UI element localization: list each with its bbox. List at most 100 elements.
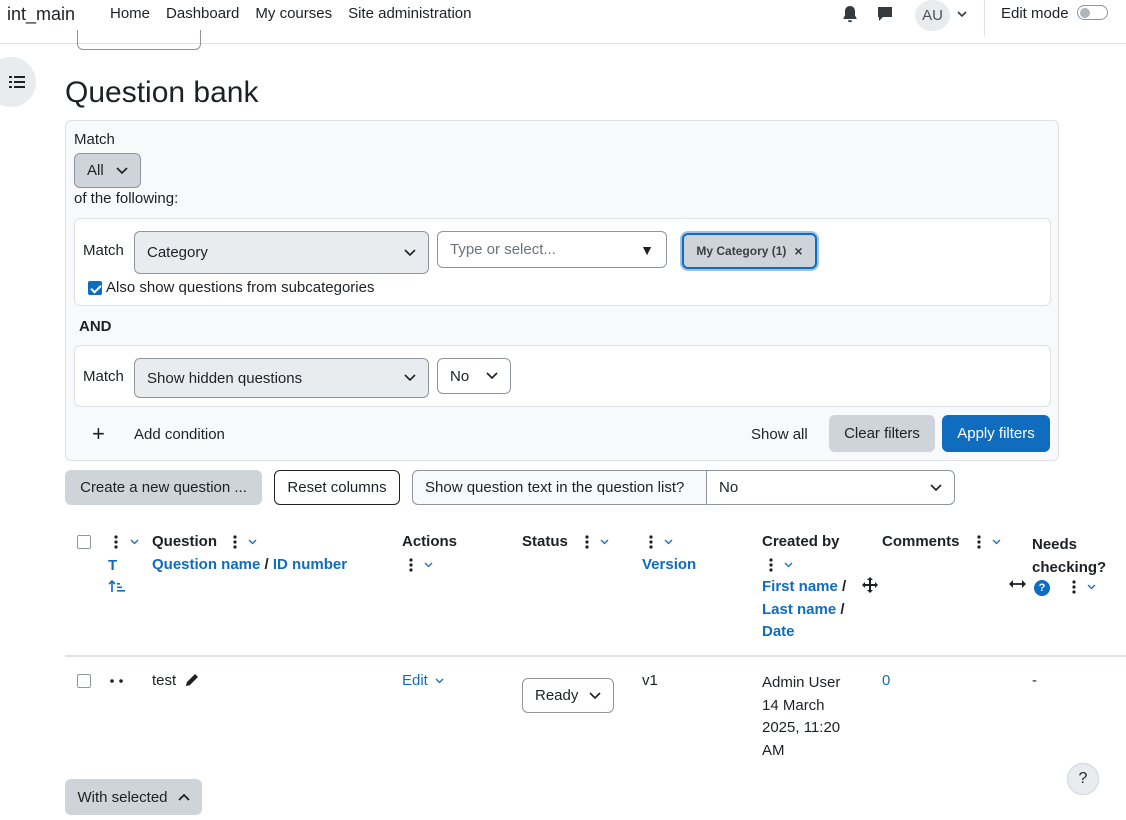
chevron-down-icon[interactable] (664, 539, 673, 545)
remove-chip-close-icon[interactable]: × (794, 243, 802, 259)
question-sort-links: Question name / ID number (152, 556, 347, 573)
dropdown-triangle-icon: ▼ (640, 241, 654, 258)
chevron-down-icon[interactable] (600, 539, 609, 545)
user-menu-chevron-down-icon[interactable] (957, 9, 967, 19)
edit-action-label: Edit (402, 672, 428, 689)
page-help-button[interactable]: ? (1067, 763, 1099, 795)
table-header-divider (65, 655, 1126, 657)
hidden-questions-value-select[interactable]: No (437, 358, 511, 394)
hidden-questions-value: No (450, 367, 470, 385)
chevron-down-icon[interactable] (130, 539, 139, 545)
match-type-select[interactable]: All (74, 153, 141, 188)
needs-checking-column-header: Needs checking? (1032, 536, 1107, 576)
sort-version[interactable]: Version (642, 556, 696, 573)
subcategories-checkbox[interactable] (88, 280, 102, 295)
created-by-column-header: Created by (762, 533, 840, 550)
condition-field-value: Show hidden questions (147, 369, 303, 387)
show-question-text-value: No (719, 479, 739, 496)
messages-icon[interactable] (876, 5, 894, 23)
show-question-text-label: Show question text in the question list? (412, 470, 707, 505)
sort-separator: / (264, 556, 269, 573)
column-menu-kebab-icon[interactable] (769, 558, 773, 572)
site-brand[interactable]: int_main (7, 4, 75, 25)
condition-field-value: Category (147, 244, 208, 261)
show-question-text-select[interactable]: No (706, 470, 955, 505)
question-column-header: Question (152, 533, 218, 550)
status-select[interactable]: Ready (522, 678, 614, 713)
condition-hidden-questions: Match Show hidden questions No (74, 345, 1051, 407)
create-question-button[interactable]: Create a new question ... (65, 470, 262, 505)
subcategories-label: Also show questions from subcategories (106, 279, 375, 296)
chevron-down-icon[interactable] (784, 562, 793, 568)
with-selected-button[interactable]: With selected (65, 779, 202, 815)
category-search-input[interactable]: Type or select... ▼ (437, 231, 667, 268)
reset-columns-button[interactable]: Reset columns (274, 470, 400, 505)
column-menu-kebab-icon[interactable] (409, 558, 413, 572)
needs-checking-value: - (1032, 672, 1037, 689)
created-date-line-2: 2025, 11:20 (762, 719, 841, 736)
chevron-down-icon (589, 691, 601, 699)
column-menu-kebab-icon[interactable] (649, 535, 653, 549)
column-menu-kebab-icon[interactable] (585, 535, 589, 549)
clear-filters-button[interactable]: Clear filters (829, 415, 935, 452)
show-all-link[interactable]: Show all (751, 426, 808, 443)
edit-mode-label: Edit mode (1001, 5, 1069, 22)
notifications-bell-icon[interactable] (842, 5, 858, 23)
sort-date[interactable]: Date (762, 623, 795, 640)
column-menu-kebab-icon[interactable] (1072, 580, 1076, 594)
sort-question-name[interactable]: Question name (152, 556, 260, 573)
column-menu-kebab-icon[interactable] (114, 535, 118, 549)
user-avatar[interactable]: AU (915, 0, 950, 31)
add-condition-plus-icon[interactable]: + (92, 421, 105, 447)
sort-id-number[interactable]: ID number (273, 556, 347, 573)
nav-site-administration[interactable]: Site administration (348, 5, 471, 22)
select-all-checkbox[interactable] (77, 535, 91, 549)
partially-hidden-button[interactable] (77, 30, 201, 50)
chevron-down-icon (930, 483, 942, 491)
chevron-down-icon[interactable] (248, 539, 257, 545)
course-index-drawer-toggle[interactable] (0, 57, 36, 107)
chevron-down-icon[interactable] (424, 562, 433, 568)
comments-count-link[interactable]: 0 (882, 672, 890, 689)
chevron-down-icon (404, 374, 416, 382)
column-menu-kebab-icon[interactable] (977, 535, 981, 549)
chevron-down-icon[interactable] (1087, 584, 1096, 590)
condition-field-select[interactable]: Show hidden questions (134, 358, 429, 398)
created-date-line-3: AM (762, 741, 785, 759)
sort-first-name[interactable]: First name (762, 578, 838, 595)
edit-action-menu[interactable]: Edit (402, 672, 444, 689)
following-label: of the following: (74, 190, 179, 207)
version-value: v1 (642, 672, 658, 689)
list-icon (9, 76, 25, 88)
with-selected-label: With selected (77, 788, 168, 806)
add-condition-button[interactable]: Add condition (134, 426, 225, 443)
chevron-down-icon (404, 248, 416, 256)
apply-filters-button[interactable]: Apply filters (942, 415, 1050, 452)
condition-field-select[interactable]: Category (134, 231, 429, 274)
sort-ascending-icon[interactable] (108, 579, 126, 593)
chevron-down-icon[interactable] (992, 539, 1001, 545)
condition-category: Match Category Type or select... ▼ My Ca… (74, 218, 1051, 306)
help-question-icon[interactable]: ? (1034, 580, 1050, 596)
subcategories-option[interactable]: Also show questions from subcategories (88, 279, 374, 296)
created-date-line-1: 14 March (762, 696, 825, 714)
sort-last-name[interactable]: Last name (762, 601, 836, 618)
edit-mode-toggle[interactable] (1077, 5, 1108, 20)
move-column-icon[interactable] (862, 577, 878, 593)
status-column-header: Status (522, 533, 568, 550)
resize-column-icon[interactable] (1009, 579, 1026, 589)
nav-home[interactable]: Home (110, 5, 150, 22)
category-search-placeholder: Type or select... (450, 241, 556, 258)
match-label: Match (74, 131, 115, 148)
edit-pencil-icon[interactable] (184, 672, 200, 688)
actions-column-header: Actions (402, 533, 458, 550)
nav-my-courses[interactable]: My courses (255, 5, 332, 22)
selected-category-chip[interactable]: My Category (1) × (682, 233, 817, 269)
type-sort-link[interactable]: T (108, 557, 117, 574)
nav-dashboard[interactable]: Dashboard (166, 5, 239, 22)
row-select-checkbox[interactable] (77, 674, 91, 688)
creator-name: Admin User (762, 674, 841, 691)
chip-label: My Category (1) (696, 244, 787, 258)
comments-column-header: Comments (882, 533, 960, 550)
column-menu-kebab-icon[interactable] (233, 535, 237, 549)
